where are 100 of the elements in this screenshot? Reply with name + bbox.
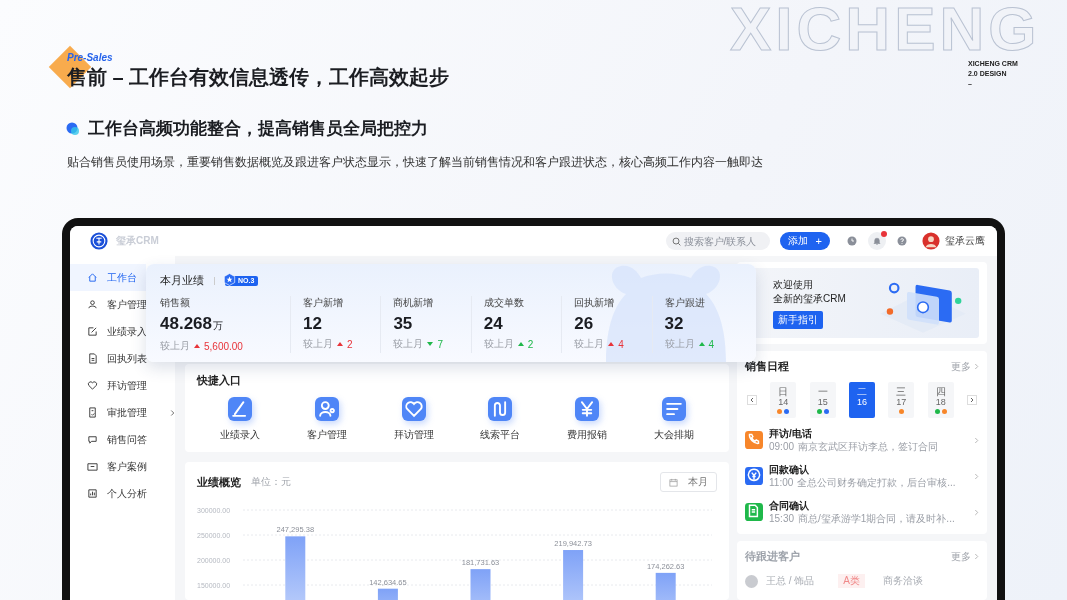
event-detail: 全总公司财务确定打款，后台审核... xyxy=(797,476,956,489)
chart-bar xyxy=(377,588,398,600)
welcome-text: 欢迎使用 xyxy=(773,277,814,292)
welcome-text: 全新的玺承CRM xyxy=(773,291,846,306)
panel-title: 待跟进客户 xyxy=(745,549,800,564)
schedule-item[interactable]: 合同确认 15:30 商总/玺承游学1期合同，请及时补... xyxy=(745,494,979,530)
change-value: 2 xyxy=(527,338,534,350)
sidebar-item[interactable]: 工作台 xyxy=(70,264,146,291)
sidebar-item[interactable]: 销售问答 xyxy=(70,426,146,453)
day-tab[interactable]: 一 15 xyxy=(809,382,836,418)
chart-bar xyxy=(285,536,306,600)
shortcut-item[interactable]: 线索平台 xyxy=(480,397,521,442)
user-name: 玺承云鹰 xyxy=(945,234,985,248)
unit-label: 单位：元 xyxy=(251,475,291,489)
chevron-icon xyxy=(974,508,979,516)
sidebar-item[interactable]: 客户管理 xyxy=(70,291,146,318)
avatar-icon xyxy=(745,574,758,588)
document-icon xyxy=(87,407,98,418)
sidebar-item[interactable]: 审批管理 xyxy=(70,399,175,426)
search-field[interactable]: 搜索客户/联系人 xyxy=(665,232,770,250)
avatar-icon[interactable] xyxy=(922,232,940,250)
compare-label: 较上月 xyxy=(160,339,190,353)
document-icon xyxy=(87,353,98,364)
calendar-icon xyxy=(669,477,678,487)
logo-icon xyxy=(90,232,108,250)
yen-icon xyxy=(574,397,599,421)
search-icon xyxy=(671,236,681,246)
day-tab[interactable]: 日 14 xyxy=(770,382,797,418)
customer-tag: A类 xyxy=(838,574,865,588)
sidebar-item[interactable]: 个人分析 xyxy=(70,480,146,507)
stat-value: 24 xyxy=(483,314,503,333)
panel-title: 快捷入口 xyxy=(197,373,242,388)
customer-name: 王总 / 饰品 xyxy=(766,574,815,588)
sidebar-item[interactable]: 业绩录入 xyxy=(70,318,146,345)
person-icon xyxy=(315,397,339,421)
edit-icon xyxy=(87,326,98,337)
day-tab[interactable]: 三 17 xyxy=(888,382,915,418)
heart-icon xyxy=(87,380,98,391)
stat-value: 32 xyxy=(664,314,684,333)
shortcut-item[interactable]: 大会排期 xyxy=(653,397,694,442)
chart-bar xyxy=(563,550,584,600)
event-title: 合同确认 xyxy=(769,499,810,512)
stat-label: 成交单数 xyxy=(483,296,525,309)
chart-bar xyxy=(655,572,676,600)
event-time: 09:00 xyxy=(769,440,795,453)
shortcut-item[interactable]: 业绩录入 xyxy=(220,397,261,442)
shortcut-item[interactable]: 费用报销 xyxy=(566,397,607,442)
schedule-item[interactable]: 拜访/电话 09:00 南京玄武区拜访李总，签订合同 xyxy=(745,422,979,458)
backdrop-text: XICHENG xyxy=(730,0,1041,60)
shortcut-item[interactable]: 客户管理 xyxy=(307,397,347,442)
change-value: 2 xyxy=(347,338,353,350)
change-value: 4 xyxy=(618,338,624,350)
change-value: 4 xyxy=(708,338,715,350)
compare-label: 较上月 xyxy=(664,337,695,351)
next-button[interactable] xyxy=(966,395,977,405)
change-value: 7 xyxy=(437,338,443,350)
chevron-icon xyxy=(974,553,979,560)
chevron-icon xyxy=(974,363,979,370)
guide-button[interactable]: 新手指引 xyxy=(773,310,823,329)
sidebar-item[interactable]: 回执列表 xyxy=(70,345,146,372)
schedule-item[interactable]: 回款确认 11:00 全总公司财务确定打款，后台审核... xyxy=(745,458,979,494)
compare-label: 较上月 xyxy=(483,337,514,351)
day-tab[interactable]: 二 16 xyxy=(849,382,875,418)
chart-bar xyxy=(470,569,491,600)
person-icon xyxy=(87,299,98,310)
day-tab[interactable]: 四 18 xyxy=(927,382,954,418)
stat-label: 客户跟进 xyxy=(664,296,706,309)
event-time: 11:00 xyxy=(769,476,794,489)
help-icon[interactable] xyxy=(897,236,907,246)
stat-value: 48.268 xyxy=(160,314,212,333)
chevron-icon xyxy=(974,436,979,444)
clock-icon[interactable] xyxy=(847,236,857,246)
pen-icon xyxy=(228,397,253,421)
stat-value: 35 xyxy=(393,314,413,333)
compare-label: 较上月 xyxy=(393,337,424,351)
bell-icon[interactable] xyxy=(872,236,882,246)
home-icon xyxy=(87,272,98,283)
add-button[interactable]: 添加 + xyxy=(779,232,830,250)
stat-value: 12 xyxy=(303,314,322,333)
event-time: 15:30 xyxy=(769,512,795,525)
stat-label: 销售额 xyxy=(160,296,191,309)
sidebar-item[interactable]: 拜访管理 xyxy=(70,372,146,399)
list-icon xyxy=(661,397,686,421)
previous-button[interactable] xyxy=(747,395,757,405)
compare-label: 较上月 xyxy=(574,337,605,351)
chevron-icon xyxy=(974,472,979,480)
sidebar-item[interactable]: 客户案例 xyxy=(70,453,146,480)
stat-value: 26 xyxy=(574,314,594,333)
stage-text: 商务洽谈 xyxy=(883,574,923,588)
stat-label: 客户新增 xyxy=(303,296,344,309)
change-value: 5,600.00 xyxy=(204,340,243,352)
card-icon xyxy=(87,461,98,472)
panel-title: 业绩概览 xyxy=(197,474,241,490)
route-icon xyxy=(488,397,513,421)
event-title: 拜访/电话 xyxy=(769,427,813,440)
shortcut-item[interactable]: 拜访管理 xyxy=(393,397,434,442)
card-title: 本月业绩 xyxy=(160,273,204,288)
event-detail: 南京玄武区拜访李总，签订合同 xyxy=(798,440,939,453)
period-selector[interactable]: 本月 xyxy=(660,472,717,492)
chart-icon xyxy=(87,488,98,499)
